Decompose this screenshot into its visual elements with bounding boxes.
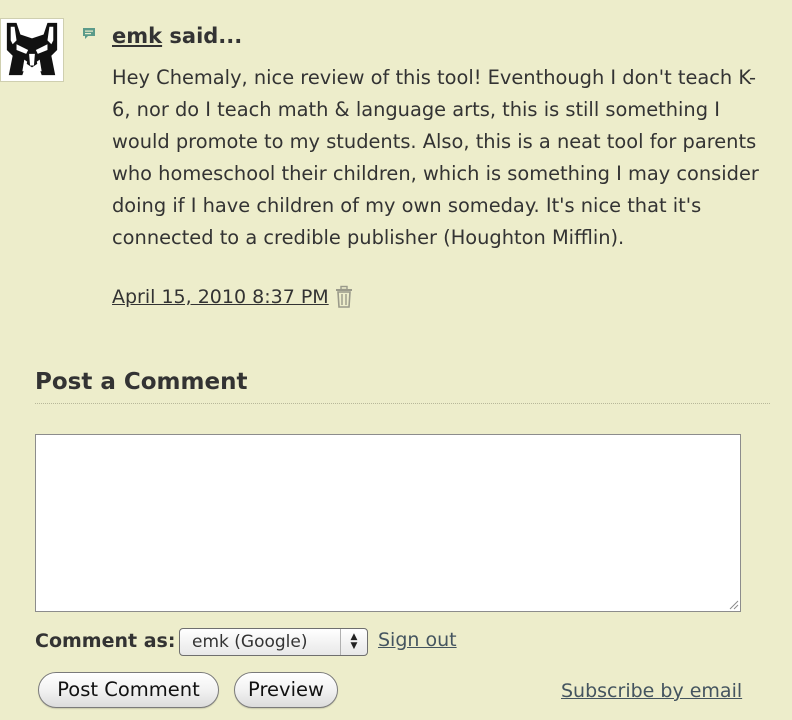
identity-select[interactable]: emk (Google) ▲ ▼: [179, 628, 368, 656]
comment-timestamp-link[interactable]: April 15, 2010 8:37 PM: [112, 283, 329, 311]
select-arrows-icon: ▲ ▼: [340, 629, 367, 655]
author-avatar[interactable]: [0, 18, 64, 82]
comment-body: Hey Chemaly, nice review of this tool! E…: [112, 66, 759, 249]
speech-bubble-icon: [83, 28, 95, 39]
comment-footer: April 15, 2010 8:37 PM: [112, 283, 355, 311]
identity-select-value: emk (Google): [192, 632, 308, 652]
comment-author-line: emk said...: [112, 22, 242, 50]
section-divider: [35, 403, 770, 404]
comment-textarea[interactable]: [35, 434, 741, 612]
preview-button[interactable]: Preview: [234, 672, 338, 708]
comment-as-label: Comment as:: [35, 630, 176, 652]
comment-said-suffix: said...: [162, 24, 243, 48]
post-comment-button[interactable]: Post Comment: [38, 672, 219, 708]
comment-author-link[interactable]: emk: [112, 24, 162, 48]
subscribe-by-email-link[interactable]: Subscribe by email: [561, 678, 742, 704]
sign-out-link[interactable]: Sign out: [378, 627, 457, 653]
transformers-autobot-icon: [6, 22, 58, 76]
trash-icon[interactable]: [333, 285, 355, 309]
post-comment-heading: Post a Comment: [35, 369, 248, 395]
